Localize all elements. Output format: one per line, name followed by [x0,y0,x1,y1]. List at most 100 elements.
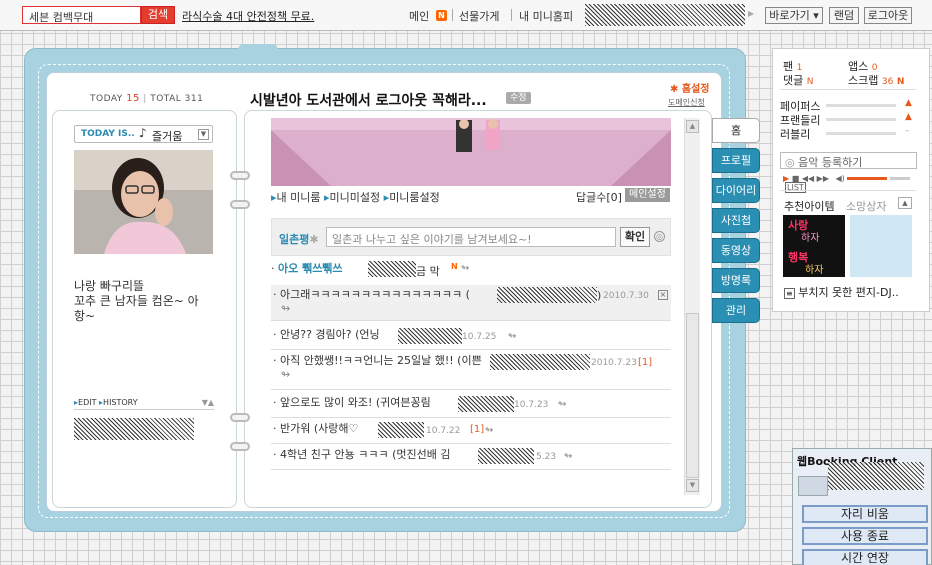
edit-title-button[interactable]: 수정 [506,92,531,104]
redacted-area [398,328,462,344]
comment-reply-count[interactable]: [1] [638,356,658,370]
reply-arrow-icon[interactable]: ↬ [485,425,493,436]
redacted-area [585,4,745,26]
reply-arrow-icon[interactable]: ↬ [461,263,469,274]
nav-my-minihompy-link[interactable]: 내 미니홈피 [519,8,573,24]
expand-icon[interactable]: ▼▲ [202,398,214,407]
home-settings-link[interactable]: ✱ 홈설정 [670,80,709,95]
divider [780,190,916,191]
redacted-area [478,448,534,464]
tab-manage[interactable]: 관리 [712,298,760,323]
reply-arrow-icon[interactable]: ↬ [508,331,516,342]
tab-wish-box[interactable]: 소망상자 [846,198,886,214]
music-note-icon: ♪ [139,126,147,140]
nav-main-link[interactable]: 메인 [409,8,429,24]
main-settings-button[interactable]: 메인설정 [625,188,670,202]
history-link[interactable]: HISTORY [103,398,138,407]
comment-date: 5.23 [536,452,557,462]
tab-recommended-items[interactable]: 추천아이템 [784,198,835,214]
reply-arrow-icon[interactable]: ↬ [564,451,572,462]
shortcut-button[interactable]: 바로가기 ▾ [765,7,823,24]
tab-photos[interactable]: 사진첩 [712,208,760,233]
comment-date: 10.7.23 [514,400,549,410]
chevron-up-icon[interactable]: ▲ [898,197,912,209]
end-session-button[interactable]: 사용 종료 [802,527,928,545]
svg-text:행복: 행복 [788,250,808,264]
friendly-stat-bar [826,118,896,121]
close-icon[interactable]: × [658,290,668,300]
svg-text:하자: 하자 [801,231,819,244]
away-button[interactable]: 자리 비움 [802,505,928,523]
mood-selector[interactable]: TODAY IS.. ♪ 즐거움 ▼ [74,125,213,143]
recommended-item-image[interactable]: 사랑 하자 행복 하자 [783,215,845,277]
svg-text:하자: 하자 [805,263,823,276]
frame-tab [238,44,278,54]
scroll-up-icon[interactable]: ▲ [686,120,699,133]
tab-videos[interactable]: 동영상 [712,238,760,263]
dash-icon: – [905,126,910,136]
tab-guestbook[interactable]: 방명록 [712,268,760,293]
chevron-down-icon[interactable]: ▼ [198,129,209,140]
miniroom-links: ▸내 미니룸 ▸미니미설정 ▸미니룸설정 [271,191,440,204]
settings-icon[interactable]: ◎ [654,231,665,242]
edit-link[interactable]: EDIT [78,398,96,407]
next-icon[interactable]: ▶▶ [817,174,829,183]
lovely-stat-bar [826,132,896,135]
logout-button[interactable]: 로그아웃 [864,7,912,24]
tab-profile[interactable]: 프로필 [712,148,760,173]
divider [452,9,453,21]
search-button[interactable]: 검색 [141,6,175,24]
comment-suffix: 금 막 [416,265,440,278]
mood-value: 즐거움 [152,130,183,143]
comment-reply-count[interactable]: [1] [470,424,484,435]
ilchon-label: 일촌평✱ [279,233,319,246]
scrap-stat[interactable]: 스크랩 36 N [848,72,904,88]
profile-photo[interactable] [74,150,213,254]
comment-date: 10.7.25 [462,332,497,342]
volume-icon[interactable]: ◀) [836,174,845,183]
redacted-area [74,418,194,440]
lovely-stat-label: 러블리 [780,128,811,141]
redacted-area [490,354,590,370]
reply-arrow-icon[interactable]: ↬ [558,399,566,410]
up-arrow-icon: ▲ [905,98,912,108]
tab-home[interactable]: 홈 [712,118,760,143]
redacted-area [368,261,416,277]
notice-link[interactable]: 라식수술 4대 안전정책 무료. [182,8,314,24]
my-miniroom-link[interactable]: 내 미니룸 [277,191,321,204]
search-input[interactable]: 세븐 컴백무대 [22,6,141,24]
extend-time-button[interactable]: 시간 연장 [802,549,928,565]
music-track-link[interactable]: ≡ 부치지 못한 편지-DJ.. [784,284,899,300]
reply-stat[interactable]: 댓글 N [783,72,813,88]
confirm-button[interactable]: 확인 [620,227,650,247]
wish-item-image[interactable] [850,215,912,277]
divider [780,89,916,90]
domain-link[interactable]: 도메인신청 [668,97,705,108]
miniroom-image[interactable] [271,118,671,186]
redacted-area [458,396,514,412]
redacted-area [828,462,924,490]
scroll-thumb[interactable] [686,313,699,478]
scroll-down-icon[interactable]: ▼ [686,479,699,492]
tab-diary[interactable]: 다이어리 [712,178,760,203]
nav-gift-shop-link[interactable]: 선물가게 [459,8,499,24]
svg-text:사랑: 사랑 [788,218,808,232]
comment-item: · 아오 쀆쓰쀆쓰 [271,262,343,275]
comment-date: 10.7.22 [426,426,461,436]
scrollbar[interactable]: ▲ ▼ [684,118,700,495]
minime-settings-link[interactable]: 미니미설정 [330,191,381,204]
reply-count: 답글수[0] [576,191,622,204]
random-button[interactable]: 랜덤 [829,7,859,24]
paper-stat-bar [826,104,896,107]
miniroom-settings-link[interactable]: 미니룸설정 [389,191,440,204]
playlist-button[interactable]: LIST [785,182,806,193]
ilchon-input[interactable]: 일촌과 나누고 싶은 이야기를 남겨보세요~! [326,227,616,247]
new-badge: N [451,262,458,271]
music-register-button[interactable]: ◎ 음악 등록하기 [780,152,917,169]
play-icon[interactable]: ▶ [748,9,754,18]
up-arrow-icon: ▲ [905,112,912,122]
visitor-counter: TODAY 15 | TOTAL 311 [90,93,204,104]
volume-slider[interactable] [847,177,888,180]
binder-ring [230,200,250,209]
redacted-area [378,422,424,438]
